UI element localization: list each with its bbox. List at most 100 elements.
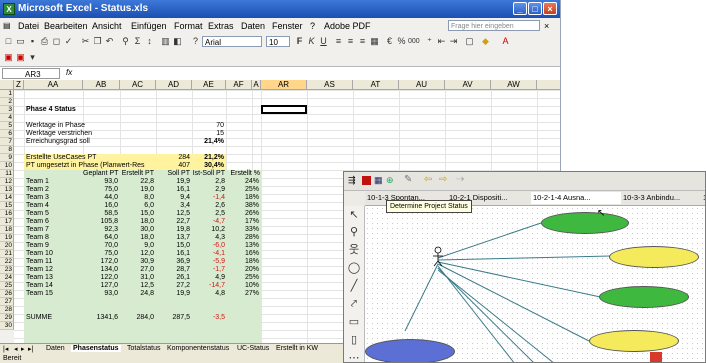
row-header[interactable]: 26 (0, 290, 14, 298)
tab-last-icon[interactable]: ▸| (28, 345, 33, 353)
usecase-ellipse[interactable] (365, 339, 455, 362)
diagram-tab[interactable]: 10-3-3 Anbindu... (621, 192, 705, 204)
row-header[interactable]: 13 (0, 186, 14, 194)
currency-icon[interactable]: € (384, 36, 395, 47)
chart-icon[interactable]: ▥ (160, 36, 171, 47)
font-color-icon[interactable]: A (500, 36, 511, 47)
column-header[interactable]: AF (226, 80, 252, 90)
row-header[interactable]: 11 (0, 170, 14, 178)
menu-einfuegen[interactable]: Einfügen (131, 21, 167, 31)
usecase-ellipse[interactable] (589, 330, 679, 352)
tab-next-icon[interactable]: ▸ (21, 345, 25, 353)
name-box[interactable]: AR3 (2, 68, 60, 79)
row-header[interactable]: 12 (0, 178, 14, 186)
column-header[interactable]: AV (445, 80, 491, 90)
menu-datei[interactable]: Datei (18, 21, 39, 31)
row-header[interactable]: 28 (0, 306, 14, 314)
more-icon[interactable]: ⋯ (347, 351, 361, 362)
row-header[interactable]: 23 (0, 266, 14, 274)
cut-icon[interactable]: ✂ (80, 36, 91, 47)
borders-icon[interactable]: ▢ (464, 36, 475, 47)
select-all-corner[interactable] (0, 80, 14, 90)
pointer-icon[interactable]: ↖ (347, 208, 361, 222)
usecase-ellipse[interactable] (599, 286, 689, 308)
underline-icon[interactable]: U (318, 36, 329, 47)
percent-icon[interactable]: % (396, 36, 407, 47)
open-icon[interactable]: ▭ (15, 36, 26, 47)
font-size-select[interactable]: 10 (266, 36, 290, 47)
row-header[interactable]: 18 (0, 226, 14, 234)
line-icon[interactable]: ╱ (347, 279, 361, 293)
menu-bearbeiten[interactable]: Bearbeiten (44, 21, 88, 31)
diagram-tab-active[interactable]: 10-2-1-4 Ausna... (531, 192, 621, 204)
fill-color-icon[interactable]: ◆ (480, 36, 491, 47)
sheet-tab-active[interactable]: Phasenstatus (71, 345, 121, 352)
column-header[interactable]: AS (307, 80, 353, 90)
pdf-mail-icon[interactable]: ▣ (15, 52, 26, 63)
column-header[interactable]: AE (192, 80, 226, 90)
menu-adobe-pdf[interactable]: Adobe PDF (324, 21, 371, 31)
row-header[interactable]: 3 (0, 106, 14, 114)
maximize-button[interactable]: □ (528, 2, 542, 15)
tab-first-icon[interactable]: |◂ (3, 345, 8, 353)
column-header[interactable]: AB (83, 80, 120, 90)
pencil-icon[interactable]: ✎ (404, 174, 412, 185)
generalization-icon[interactable]: ⤤ (347, 297, 361, 311)
row-header[interactable]: 14 (0, 194, 14, 202)
document-icon[interactable]: ▯ (347, 333, 361, 347)
diagram-tab[interactable]: 13 (701, 192, 705, 204)
back-icon[interactable]: ⇦ (424, 174, 432, 185)
row-header[interactable]: 22 (0, 258, 14, 266)
row-header[interactable]: 1 (0, 90, 14, 98)
menu-format[interactable]: Format (174, 21, 203, 31)
row-header[interactable]: 4 (0, 114, 14, 122)
autosum-icon[interactable]: Σ (132, 36, 143, 47)
row-header[interactable]: 16 (0, 210, 14, 218)
row-header[interactable]: 5 (0, 122, 14, 130)
doc-icon[interactable]: ▤ (3, 21, 11, 30)
pdf-settings-icon[interactable]: ▾ (27, 52, 38, 63)
row-header[interactable]: 7 (0, 138, 14, 146)
help-search-input[interactable]: Frage hier eingeben (448, 20, 540, 31)
row-header[interactable]: 10 (0, 162, 14, 170)
bold-icon[interactable]: F (294, 36, 305, 47)
doc-close-icon[interactable]: × (544, 21, 549, 31)
color-icon[interactable] (362, 176, 371, 185)
spellcheck-icon[interactable]: ✓ (63, 36, 74, 47)
up-icon[interactable]: ⇢ (456, 174, 464, 185)
column-header[interactable]: AT (353, 80, 399, 90)
nav-icon[interactable]: ⇶ (348, 175, 356, 186)
forward-icon[interactable]: ⇨ (439, 174, 447, 185)
column-header[interactable]: AU (399, 80, 445, 90)
print-icon[interactable]: ⎙ (39, 36, 50, 47)
preview-icon[interactable]: ◻ (51, 36, 62, 47)
column-header[interactable]: AW (491, 80, 537, 90)
column-header-blank[interactable] (537, 80, 560, 90)
sheet-tab[interactable]: Komponentenstatus (167, 345, 229, 352)
sort-icon[interactable]: ↕ (144, 36, 155, 47)
indent-icon[interactable]: ⇤ (436, 36, 447, 47)
row-header[interactable]: 30 (0, 322, 14, 330)
row-header[interactable]: 6 (0, 130, 14, 138)
menu-ansicht[interactable]: Ansicht (92, 21, 122, 31)
zoom-icon[interactable]: ⊕ (386, 175, 394, 186)
merge-icon[interactable]: ▦ (369, 36, 380, 47)
drawing-icon[interactable]: ◧ (172, 36, 183, 47)
row-header[interactable]: 15 (0, 202, 14, 210)
menu-help[interactable]: ? (310, 21, 315, 31)
usecase-ellipse[interactable] (541, 212, 629, 234)
usecase-ellipse[interactable] (609, 246, 699, 268)
minimize-button[interactable]: _ (513, 2, 527, 15)
hyperlink-icon[interactable]: ⚲ (120, 36, 131, 47)
note-icon[interactable]: ▭ (347, 315, 361, 329)
image-icon[interactable]: ▦ (374, 175, 383, 186)
menu-daten[interactable]: Daten (241, 21, 265, 31)
row-header[interactable]: 25 (0, 282, 14, 290)
row-header[interactable]: 19 (0, 234, 14, 242)
column-header[interactable]: Z (14, 80, 24, 90)
ellipse-icon[interactable]: ◯ (347, 261, 361, 275)
align-left-icon[interactable]: ≡ (333, 36, 344, 47)
menu-extras[interactable]: Extras (208, 21, 234, 31)
new-icon[interactable]: □ (3, 36, 14, 47)
column-header[interactable]: AC (120, 80, 156, 90)
